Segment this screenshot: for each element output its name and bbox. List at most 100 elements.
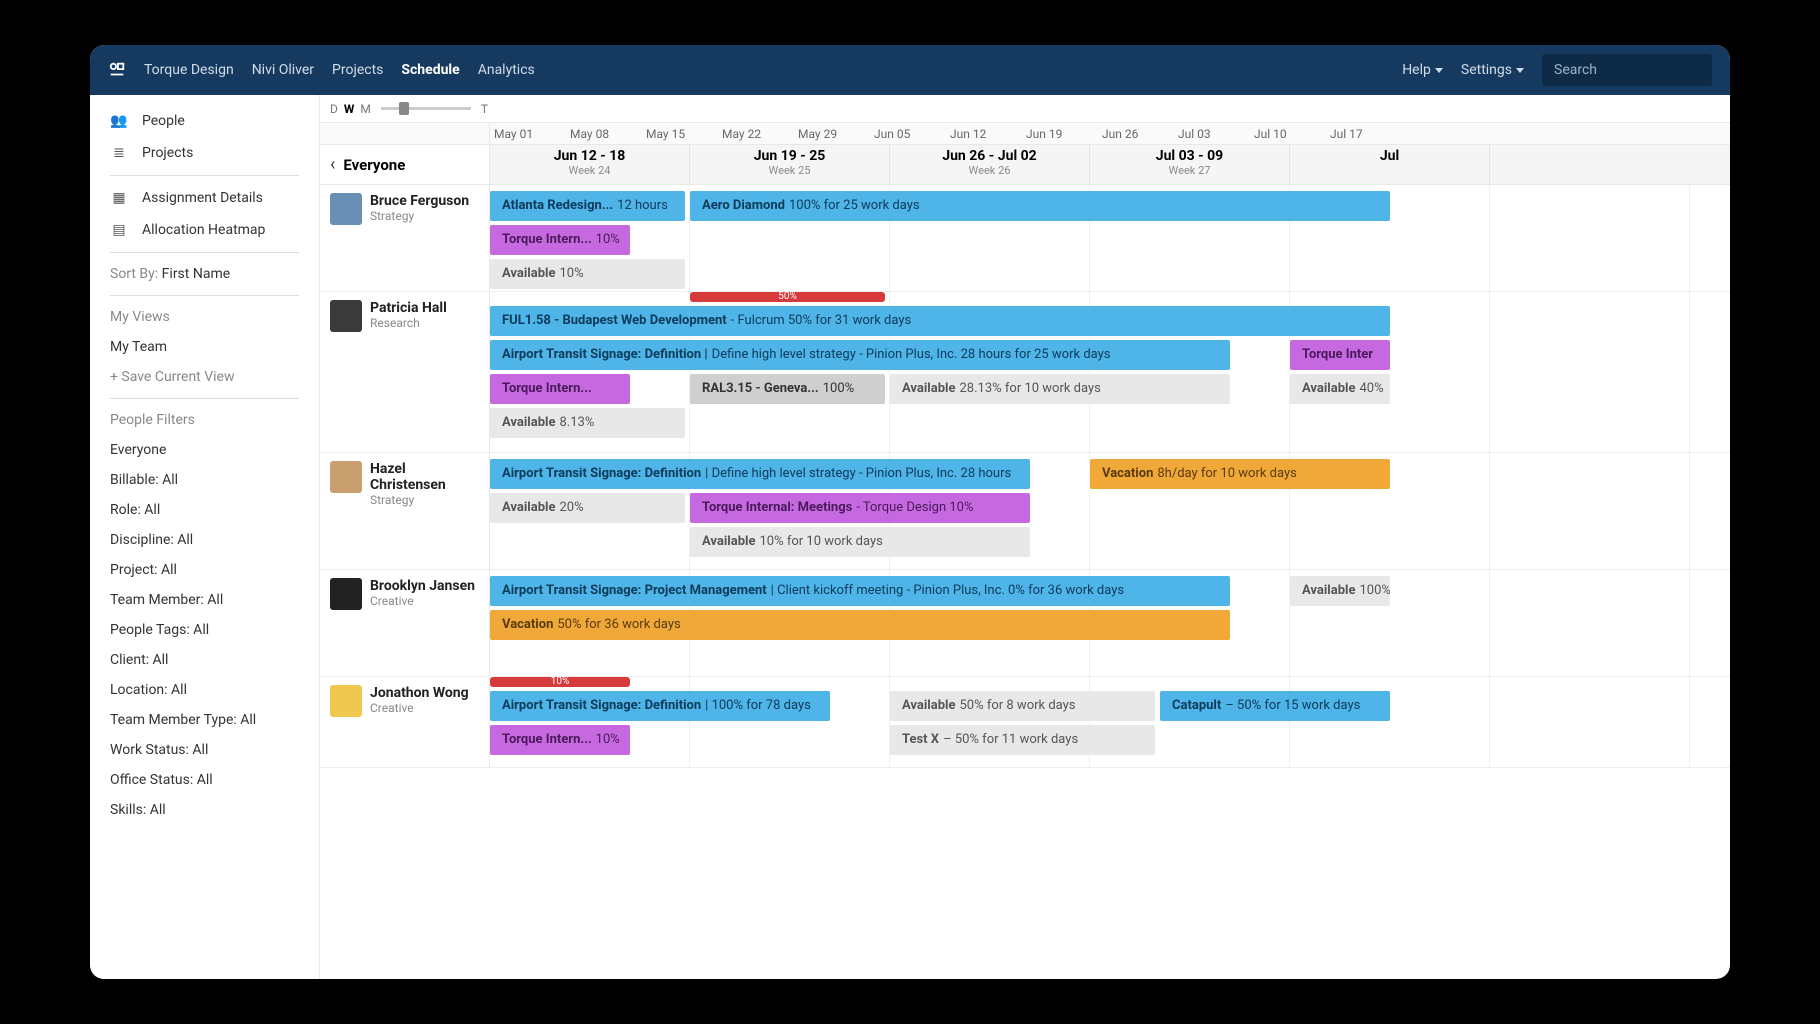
topbar: Torque Design Nivi Oliver Projects Sched… [90, 45, 1730, 95]
sort-by[interactable]: Sort By: First Name [90, 259, 319, 289]
my-team-view[interactable]: My Team [90, 332, 319, 362]
assignment-bar[interactable]: Available 50% for 8 work days [890, 691, 1155, 721]
date-label: Jun 05 [870, 123, 946, 144]
filter-row[interactable]: Discipline: All [90, 525, 319, 555]
timeline-dates: May 01May 08May 15May 22May 29Jun 05Jun … [320, 123, 1730, 145]
sidebar-projects[interactable]: ≣Projects [90, 137, 319, 169]
assignment-bar[interactable]: Torque Intern... [490, 374, 630, 404]
assignment-bar[interactable]: Test X – 50% for 11 work days [890, 725, 1155, 755]
filter-row[interactable]: Team Member: All [90, 585, 319, 615]
assignment-bar[interactable]: 50% [690, 292, 885, 302]
nav: Torque Design Nivi Oliver Projects Sched… [144, 62, 535, 78]
assignment-bar[interactable]: Airport Transit Signage: Definition | 10… [490, 691, 830, 721]
assignment-bar[interactable]: Available 20% [490, 493, 685, 523]
assignment-bar[interactable]: Available 8.13% [490, 408, 685, 438]
nav-projects[interactable]: Projects [332, 62, 383, 78]
zoom-day[interactable]: D [330, 102, 338, 116]
assignment-bar[interactable]: FUL1.58 - Budapest Web Development - Ful… [490, 306, 1390, 336]
person-name[interactable]: Jonathon Wong [370, 685, 469, 701]
slider-thumb[interactable] [399, 102, 409, 115]
assignment-bar[interactable]: Airport Transit Signage: Project Managem… [490, 576, 1230, 606]
person-name[interactable]: Brooklyn Jansen [370, 578, 475, 594]
nav-schedule[interactable]: Schedule [401, 62, 459, 78]
zoom-slider[interactable] [381, 107, 471, 110]
save-current-view[interactable]: + Save Current View [90, 362, 319, 392]
avatar[interactable] [330, 685, 362, 717]
person-name[interactable]: Hazel Christensen [370, 461, 479, 493]
filter-row[interactable]: Work Status: All [90, 735, 319, 765]
nav-analytics[interactable]: Analytics [478, 62, 535, 78]
assignment-bar[interactable]: Available 28.13% for 10 work days [890, 374, 1230, 404]
date-label: May 01 [490, 123, 566, 144]
collapse-chevron-icon[interactable]: ‹ [330, 154, 335, 175]
assignment-bar[interactable]: Available 40% [1290, 374, 1390, 404]
assignment-bar[interactable]: Catapult – 50% for 15 work days [1160, 691, 1390, 721]
person-role: Creative [370, 701, 469, 715]
person-role: Strategy [370, 209, 469, 223]
person-lane[interactable]: Airport Transit Signage: Definition | De… [490, 453, 1730, 569]
person-name[interactable]: Patricia Hall [370, 300, 447, 316]
avatar[interactable] [330, 578, 362, 610]
assignment-bar[interactable]: Torque Internal: Meetings - Torque Desig… [690, 493, 1030, 523]
nav-user[interactable]: Nivi Oliver [252, 62, 314, 78]
sidebar-assignment-details[interactable]: ▦Assignment Details [90, 182, 319, 214]
assignment-bar[interactable]: Torque Intern... 10% [490, 225, 630, 255]
person-lane[interactable]: 50% FUL1.58 - Budapest Web Development - … [490, 292, 1730, 452]
app-logo-icon [108, 61, 126, 79]
person-lane[interactable]: 10% Airport Transit Signage: Definition |… [490, 677, 1730, 767]
week-column[interactable]: Jul [1290, 145, 1490, 184]
assignment-bar[interactable]: Available 100% [1290, 576, 1390, 606]
week-column[interactable]: Jun 26 - Jul 02Week 26 [890, 145, 1090, 184]
assignment-bar[interactable]: Atlanta Redesign...12 hours [490, 191, 685, 221]
assignment-bar[interactable]: 10% [490, 677, 630, 687]
zoom-today[interactable]: T [481, 102, 488, 116]
filter-row[interactable]: Billable: All [90, 465, 319, 495]
caret-down-icon [1435, 68, 1443, 73]
assignment-bar[interactable]: Vacation 50% for 36 work days [490, 610, 1230, 640]
person-name[interactable]: Bruce Ferguson [370, 193, 469, 209]
avatar[interactable] [330, 461, 362, 493]
filter-row[interactable]: People Tags: All [90, 615, 319, 645]
assignment-bar[interactable]: RAL3.15 - Geneva...100% [690, 374, 885, 404]
week-column[interactable]: Jun 19 - 25Week 25 [690, 145, 890, 184]
avatar[interactable] [330, 300, 362, 332]
filter-row[interactable]: Team Member Type: All [90, 705, 319, 735]
person-lane[interactable]: Atlanta Redesign...12 hoursAero Diamond … [490, 185, 1730, 291]
person-row: Bruce FergusonStrategy Atlanta Redesign..… [320, 185, 1730, 292]
help-menu[interactable]: Help [1402, 62, 1443, 78]
assignment-bar[interactable]: Available 10% [490, 259, 685, 289]
zoom-week[interactable]: W [344, 102, 355, 116]
filter-row[interactable]: Project: All [90, 555, 319, 585]
filter-row[interactable]: Client: All [90, 645, 319, 675]
week-bar: ‹ Everyone Jun 12 - 18Week 24Jun 19 - 25… [320, 145, 1730, 185]
nav-org[interactable]: Torque Design [144, 62, 234, 78]
week-column[interactable]: Jun 12 - 18Week 24 [490, 145, 690, 184]
settings-menu[interactable]: Settings [1461, 62, 1524, 78]
zoom-controls: D W M [330, 102, 371, 116]
week-column[interactable]: Jul 03 - 09Week 27 [1090, 145, 1290, 184]
assignment-bar[interactable]: Vacation 8h/day for 10 work days [1090, 459, 1390, 489]
filter-row[interactable]: Location: All [90, 675, 319, 705]
person-row: Jonathon WongCreative 10% Airport Transit … [320, 677, 1730, 768]
heatmap-icon: ▤ [110, 223, 128, 237]
person-lane[interactable]: Airport Transit Signage: Project Managem… [490, 570, 1730, 676]
schedule-main: D W M T May 01May 08May 15May 22May 29Ju… [320, 95, 1730, 979]
assignment-bar[interactable]: Available 10% for 10 work days [690, 527, 1030, 557]
assignment-bar[interactable]: Airport Transit Signage: Definition | De… [490, 459, 1030, 489]
zoom-month[interactable]: M [360, 102, 370, 116]
sidebar-allocation-heatmap[interactable]: ▤Allocation Heatmap [90, 214, 319, 246]
filter-row[interactable]: Role: All [90, 495, 319, 525]
assignment-bar[interactable]: Aero Diamond 100% for 25 work days [690, 191, 1390, 221]
assignment-icon: ▦ [110, 191, 128, 205]
filter-row[interactable]: Skills: All [90, 795, 319, 825]
search-input[interactable] [1542, 54, 1712, 86]
filter-row[interactable]: Everyone [90, 435, 319, 465]
date-label: Jun 26 [1098, 123, 1174, 144]
avatar[interactable] [330, 193, 362, 225]
people-icon: 👥 [110, 114, 128, 128]
sidebar-people[interactable]: 👥People [90, 105, 319, 137]
assignment-bar[interactable]: Torque Inter [1290, 340, 1390, 370]
assignment-bar[interactable]: Torque Intern... 10% [490, 725, 630, 755]
assignment-bar[interactable]: Airport Transit Signage: Definition | De… [490, 340, 1230, 370]
filter-row[interactable]: Office Status: All [90, 765, 319, 795]
